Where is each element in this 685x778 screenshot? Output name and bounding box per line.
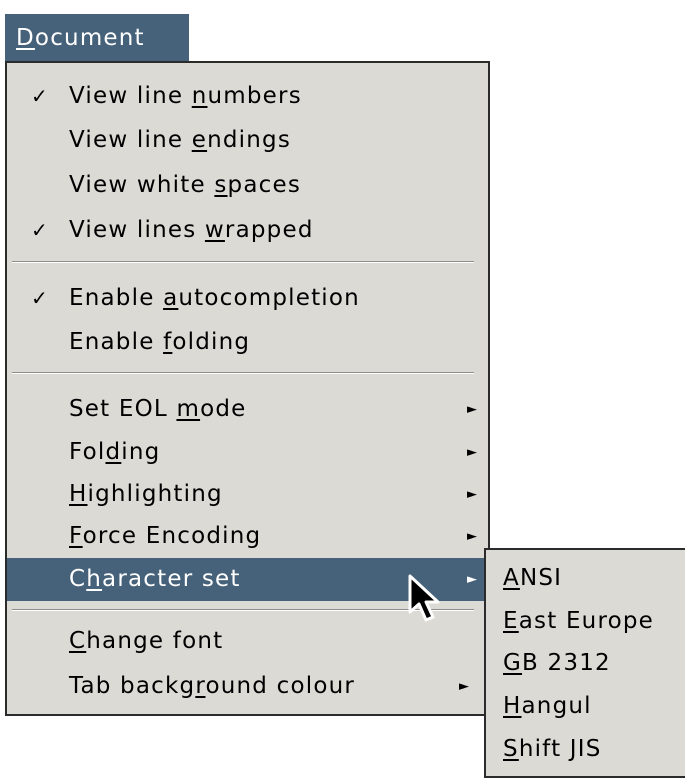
menu-item-view-line-endings[interactable]: View line endings bbox=[7, 119, 488, 162]
submenu-arrow-icon: ► bbox=[467, 572, 479, 587]
check-icon: ✓ bbox=[31, 218, 49, 242]
check-icon: ✓ bbox=[31, 286, 49, 310]
submenu-item-label: East Europe bbox=[503, 608, 655, 634]
menu-item-label: Character set bbox=[69, 566, 241, 592]
submenu-arrow-icon: ► bbox=[467, 402, 479, 417]
submenu-arrow-icon: ► bbox=[467, 445, 479, 460]
submenu-item-label: Hangul bbox=[503, 693, 592, 719]
menu-item-set-eol-mode[interactable]: Set EOL mode ► bbox=[7, 388, 488, 431]
menu-title-mnemonic: D bbox=[16, 25, 35, 51]
menu-item-label: Force Encoding bbox=[69, 523, 262, 549]
menu-item-label: Highlighting bbox=[69, 481, 223, 507]
document-menu-title[interactable]: Document bbox=[5, 14, 189, 63]
submenu-item-hangul[interactable]: Hangul bbox=[486, 685, 685, 727]
menu-item-label: View line endings bbox=[69, 127, 292, 153]
menu-separator bbox=[12, 609, 474, 611]
menu-item-label: View line numbers bbox=[69, 83, 302, 109]
menu-item-label: Enable autocompletion bbox=[69, 285, 360, 311]
submenu-item-label: ANSI bbox=[503, 565, 563, 591]
check-icon: ✓ bbox=[31, 84, 49, 108]
menu-item-label: Tab background colour bbox=[69, 673, 356, 699]
menu-item-label: Enable folding bbox=[69, 329, 251, 355]
character-set-submenu: ANSI East Europe GB 2312 Hangul Shift JI… bbox=[484, 548, 685, 778]
menu-item-label: Set EOL mode bbox=[69, 396, 247, 422]
menu-item-force-encoding[interactable]: Force Encoding ► bbox=[7, 515, 488, 558]
submenu-item-east-europe[interactable]: East Europe bbox=[486, 600, 685, 642]
submenu-item-ansi[interactable]: ANSI bbox=[486, 557, 685, 599]
menu-item-enable-autocompletion[interactable]: ✓ Enable autocompletion bbox=[7, 277, 488, 320]
mouse-pointer-icon bbox=[408, 574, 440, 622]
menu-item-label: View lines wrapped bbox=[69, 217, 314, 243]
menu-item-view-lines-wrapped[interactable]: ✓ View lines wrapped bbox=[7, 209, 488, 252]
submenu-item-gb-2312[interactable]: GB 2312 bbox=[486, 642, 685, 684]
menu-item-tab-background-colour[interactable]: Tab background colour ► bbox=[7, 665, 488, 708]
submenu-item-label: GB 2312 bbox=[503, 650, 611, 676]
menu-item-highlighting[interactable]: Highlighting ► bbox=[7, 473, 488, 516]
menu-title-rest: ocument bbox=[34, 25, 145, 51]
submenu-arrow-icon: ► bbox=[459, 679, 471, 694]
submenu-arrow-icon: ► bbox=[467, 487, 479, 502]
menu-item-enable-folding[interactable]: Enable folding bbox=[7, 321, 488, 364]
menu-separator bbox=[12, 372, 474, 374]
menu-item-change-font[interactable]: Change font bbox=[7, 620, 488, 663]
menu-item-folding[interactable]: Folding ► bbox=[7, 431, 488, 474]
menu-item-label: Folding bbox=[69, 439, 161, 465]
menu-item-view-white-spaces[interactable]: View white spaces bbox=[7, 164, 488, 207]
submenu-arrow-icon: ► bbox=[467, 529, 479, 544]
menu-item-view-line-numbers[interactable]: ✓ View line numbers bbox=[7, 75, 488, 118]
menu-separator bbox=[12, 261, 474, 263]
menu-item-label: View white spaces bbox=[69, 172, 302, 198]
menu-item-label: Change font bbox=[69, 628, 224, 654]
